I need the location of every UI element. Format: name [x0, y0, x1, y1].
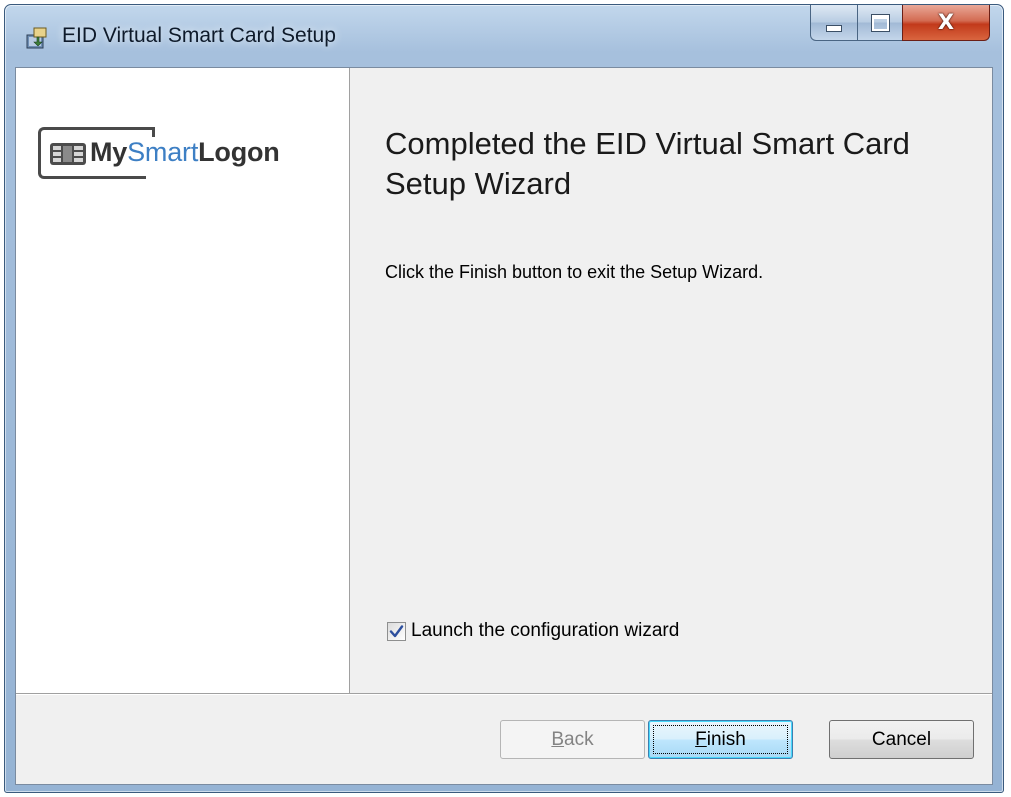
back-button[interactable]: Back: [500, 720, 645, 759]
banner-panel: MySmartLogon: [16, 68, 349, 693]
page-title: Completed the EID Virtual Smart Card Set…: [385, 126, 910, 201]
window-title: EID Virtual Smart Card Setup: [62, 24, 336, 47]
setup-installer-icon: [26, 27, 47, 49]
title-bar[interactable]: EID Virtual Smart Card Setup X: [5, 5, 1003, 67]
maximize-icon: [870, 13, 890, 32]
logo-wordmark: MySmartLogon: [90, 137, 280, 167]
minimize-icon: [826, 25, 842, 32]
wizard-client-area: MySmartLogon Completed the EID Virtual S…: [15, 67, 993, 785]
back-mnemonic: B: [551, 728, 565, 750]
checkmark-icon: [389, 624, 404, 637]
maximize-button[interactable]: [857, 5, 903, 41]
back-label-rest: ack: [564, 728, 594, 750]
checkbox-label: Launch the configuration wizard: [411, 620, 680, 641]
instruction-text: Click the Finish button to exit the Setu…: [385, 262, 764, 282]
close-button[interactable]: X: [902, 5, 990, 41]
finish-button[interactable]: Finish: [648, 720, 793, 759]
minimize-button[interactable]: [810, 5, 858, 41]
vertical-divider: [349, 68, 350, 693]
launch-config-wizard-option[interactable]: Launch the configuration wizard: [387, 620, 679, 642]
setup-window: EID Virtual Smart Card Setup X MySmartLo…: [4, 4, 1004, 793]
close-icon: X: [937, 10, 955, 34]
focus-indicator: [653, 725, 788, 754]
button-bar-divider: [16, 693, 992, 695]
smart-card-chip-icon: [50, 143, 86, 165]
cancel-button[interactable]: Cancel: [829, 720, 974, 759]
mysmartlogon-logo: MySmartLogon: [38, 125, 298, 185]
launch-config-wizard-checkbox[interactable]: [387, 621, 406, 641]
